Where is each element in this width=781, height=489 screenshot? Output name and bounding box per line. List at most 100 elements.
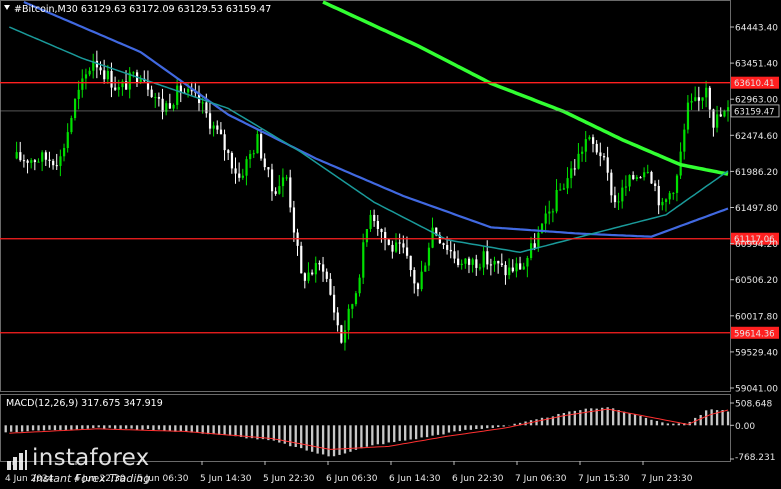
macd-bar [409, 425, 412, 440]
candle-body [489, 264, 493, 266]
macd-bar [633, 414, 637, 426]
candle-body [172, 104, 175, 109]
candle-body [161, 98, 164, 112]
x-tick-label: 7 Jun 23:30 [641, 474, 693, 484]
macd-bar [316, 425, 319, 454]
candle-body [99, 67, 102, 71]
candle-body [165, 103, 168, 112]
candle-body [639, 177, 642, 179]
candle-body [369, 214, 372, 230]
candle-body [398, 242, 401, 244]
watermark-name: instaforex [32, 445, 150, 471]
candle-body [471, 259, 474, 265]
candle-body [303, 273, 307, 281]
candle-body [365, 229, 369, 243]
macd-bar [513, 423, 516, 426]
candle-body [624, 186, 628, 188]
candle-body [493, 260, 496, 265]
candle-body [329, 278, 332, 295]
macd-bar [573, 410, 576, 426]
level-label: 59614.36 [734, 329, 775, 339]
candle-body [208, 113, 212, 129]
candle-body [482, 251, 485, 268]
candle-body [621, 187, 624, 202]
candle-body [351, 304, 354, 309]
macd-bar [486, 425, 489, 429]
macd-bar [436, 425, 440, 435]
candle-body [373, 214, 376, 222]
candle-body [708, 87, 711, 110]
macd-bar [4, 425, 7, 433]
candle-body [238, 173, 241, 178]
candle-body [391, 244, 394, 252]
macd-bar [327, 425, 330, 457]
macd-bar [223, 425, 226, 435]
current-price-label: 63159.47 [734, 107, 775, 117]
candle-body [581, 151, 584, 154]
macd-bar [721, 410, 724, 426]
macd-bar [332, 425, 336, 457]
x-tick-label: 7 Jun 15:30 [578, 474, 630, 484]
macd-bar [458, 425, 462, 432]
candle-body [300, 245, 303, 274]
candle-body [77, 89, 80, 99]
candle-body [588, 137, 591, 140]
candle-body [387, 239, 390, 245]
candle-body [508, 267, 511, 276]
macd-bar [371, 425, 374, 446]
macd-bar [20, 425, 24, 432]
macd-bar [611, 408, 615, 426]
macd-bar [622, 411, 626, 426]
candle-body [362, 242, 365, 278]
macd-bar [365, 425, 369, 447]
dropdown-arrow-icon[interactable] [4, 5, 10, 10]
candle-body [114, 87, 117, 90]
candle-body [252, 153, 255, 155]
y-tick-label: 59041.00 [735, 385, 778, 395]
candle-body [617, 201, 620, 203]
candle-body [533, 243, 536, 248]
candle-body [241, 175, 244, 178]
candle-body [628, 175, 631, 187]
macd-bar [70, 425, 73, 430]
candle-body [431, 227, 434, 248]
macd-bar [311, 425, 314, 452]
candle-body [654, 183, 657, 186]
candle-body [610, 172, 613, 196]
chart-header: #Bitcoin,M30 63129.63 63172.09 63129.53 … [14, 4, 271, 15]
macd-bar [420, 425, 423, 438]
macd-bar [75, 425, 78, 430]
macd-bar [157, 425, 161, 430]
candle-body [354, 293, 358, 305]
macd-bar [53, 425, 57, 431]
candle-body [256, 134, 259, 154]
y-tick-label: 59529.40 [735, 348, 778, 358]
candle-body [453, 251, 456, 259]
candle-body [376, 221, 379, 229]
macd-bar [59, 425, 62, 430]
candle-body [267, 167, 270, 170]
candle-body [683, 129, 686, 152]
candle-body [380, 228, 383, 232]
macd-y-tick-label: -768.231 [735, 453, 775, 463]
candle-body [570, 168, 573, 179]
trading-chart[interactable]: 63610.4161117.0659614.3663159.4764443.40… [0, 0, 781, 489]
macd-bar [119, 425, 122, 429]
candle-body [88, 70, 91, 75]
candle-body [176, 85, 179, 105]
macd-bar [398, 425, 401, 441]
candle-body [395, 242, 398, 252]
level-label: 63610.41 [734, 79, 775, 89]
candle-body [712, 109, 715, 128]
macd-bar [135, 425, 139, 430]
macd-bar [535, 419, 538, 426]
candle-body [606, 157, 609, 173]
candle-body [650, 171, 653, 184]
candle-body [511, 267, 514, 272]
candle-body [41, 152, 44, 162]
candle-body [26, 160, 29, 163]
candle-body [110, 70, 113, 88]
candle-body [157, 97, 161, 99]
candle-body [632, 175, 635, 180]
candle-body [522, 266, 525, 270]
